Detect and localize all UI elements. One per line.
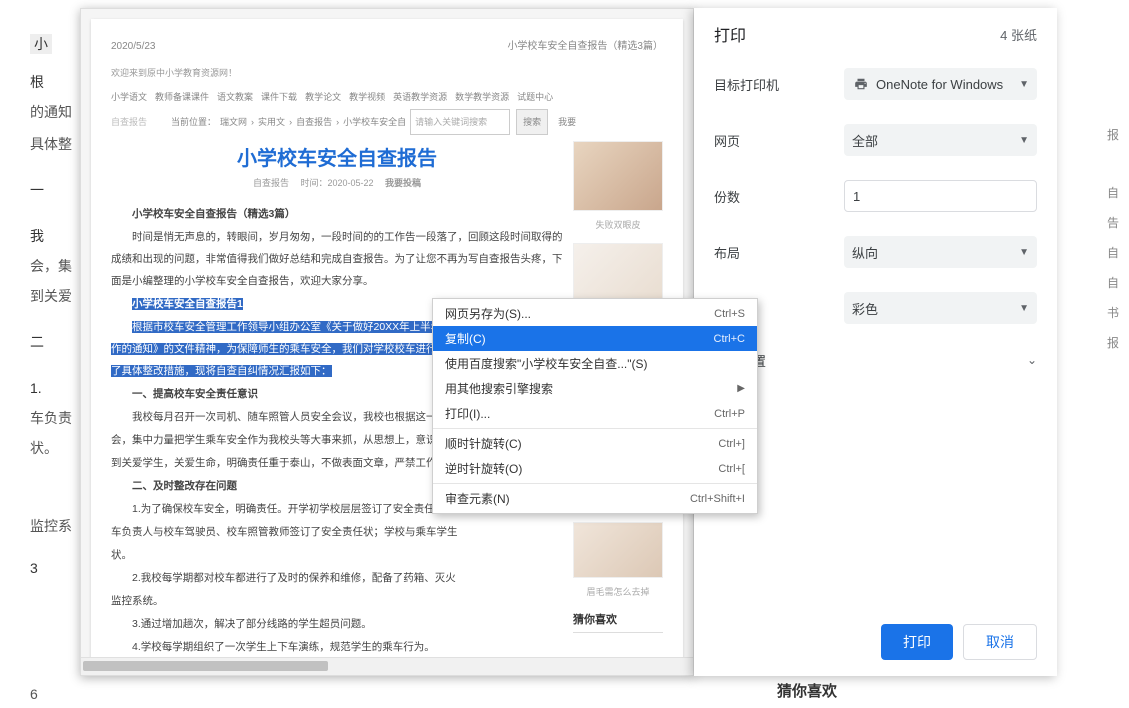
top-nav: 小学语文教师备课课件语文教案课件下载教学论文教学视频英语教学资源数学教学资源试题…	[111, 87, 663, 107]
menu-separator	[433, 428, 757, 429]
menu-copy[interactable]: 复制(C) Ctrl+C	[433, 326, 757, 351]
page-count: 4 张纸	[1000, 25, 1037, 44]
menu-rotate-ccw[interactable]: 逆时针旋转(O) Ctrl+[	[433, 456, 757, 481]
search-button[interactable]: 搜索	[516, 109, 548, 135]
ad-thumb-3	[573, 522, 663, 578]
menu-print[interactable]: 打印(I)... Ctrl+P	[433, 401, 757, 426]
copies-input[interactable]: 1	[844, 180, 1037, 212]
layout-dropdown[interactable]: 纵向 ▼	[844, 236, 1037, 268]
chevron-right-icon: ▶	[737, 383, 745, 394]
chevron-down-icon: ▼	[1019, 303, 1029, 314]
menu-rotate-cw[interactable]: 顺时针旋转(C) Ctrl+]	[433, 431, 757, 456]
breadcrumb: 自查报告 当前位置： 瑞文网› 实用文› 自查报告› 小学校车安全自 请输入关键…	[111, 109, 663, 135]
horizontal-scrollbar[interactable]	[81, 657, 693, 675]
article-title: 小学校车安全自查报告	[111, 149, 563, 169]
menu-baidu-search[interactable]: 使用百度搜索"小学校车安全自查..."(S)	[433, 351, 757, 376]
destination-dropdown[interactable]: OneNote for Windows ▼	[844, 68, 1037, 100]
cancel-button[interactable]: 取消	[963, 624, 1037, 660]
more-settings-expander[interactable]: 更多设置 ⌄	[714, 336, 1037, 384]
print-title: 打印	[714, 22, 746, 46]
menu-save-as[interactable]: 网页另存为(S)... Ctrl+S	[433, 301, 757, 326]
scrollbar-thumb[interactable]	[83, 661, 328, 671]
menu-separator	[433, 483, 757, 484]
chevron-down-icon: ▼	[1019, 79, 1029, 90]
layout-label: 布局	[714, 243, 844, 262]
dest-label: 目标打印机	[714, 75, 844, 94]
pages-dropdown[interactable]: 全部 ▼	[844, 124, 1037, 156]
chevron-down-icon: ▼	[1019, 247, 1029, 258]
pages-label: 网页	[714, 131, 844, 150]
welcome-text: 欢迎来到原中小学教育资源网！	[111, 63, 663, 83]
article-meta: 自查报告 时间：2020-05-22 我要投稿	[111, 173, 563, 193]
menu-other-engine[interactable]: 用其他搜索引擎搜索 ▶	[433, 376, 757, 401]
chevron-down-icon: ⌄	[1027, 353, 1037, 367]
chevron-down-icon: ▼	[1019, 135, 1029, 146]
color-dropdown[interactable]: 彩色 ▼	[844, 292, 1037, 324]
menu-inspect[interactable]: 审查元素(N) Ctrl+Shift+I	[433, 486, 757, 511]
search-input[interactable]: 请输入关键词搜索	[410, 109, 510, 135]
printer-icon	[852, 77, 870, 91]
ad-thumb-1	[573, 141, 663, 211]
context-menu: 网页另存为(S)... Ctrl+S 复制(C) Ctrl+C 使用百度搜索"小…	[432, 298, 758, 514]
guess-you-like-title: 猜你喜欢	[777, 680, 837, 701]
print-button[interactable]: 打印	[881, 624, 953, 660]
preview-header-title: 小学校车安全自查报告（精选3篇）	[507, 37, 663, 57]
copies-label: 份数	[714, 187, 844, 206]
preview-date: 2020/5/23	[111, 37, 156, 57]
